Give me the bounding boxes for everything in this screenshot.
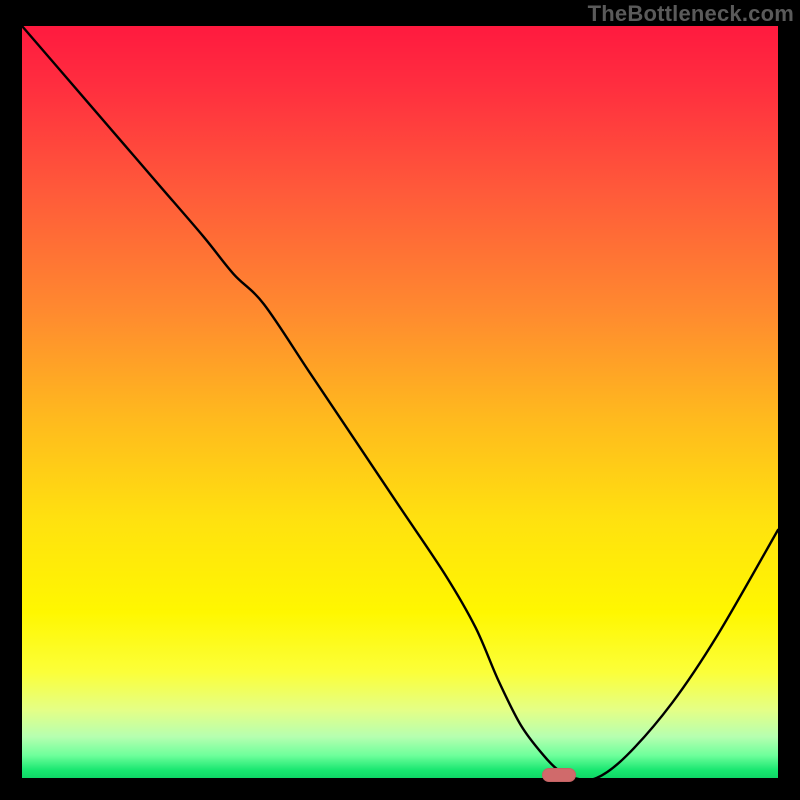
plot-area	[22, 26, 778, 778]
chart-container: TheBottleneck.com	[0, 0, 800, 800]
curve-path	[22, 26, 778, 780]
bottleneck-curve	[22, 26, 778, 778]
optimal-point-marker	[542, 768, 576, 782]
watermark-label: TheBottleneck.com	[588, 1, 794, 27]
